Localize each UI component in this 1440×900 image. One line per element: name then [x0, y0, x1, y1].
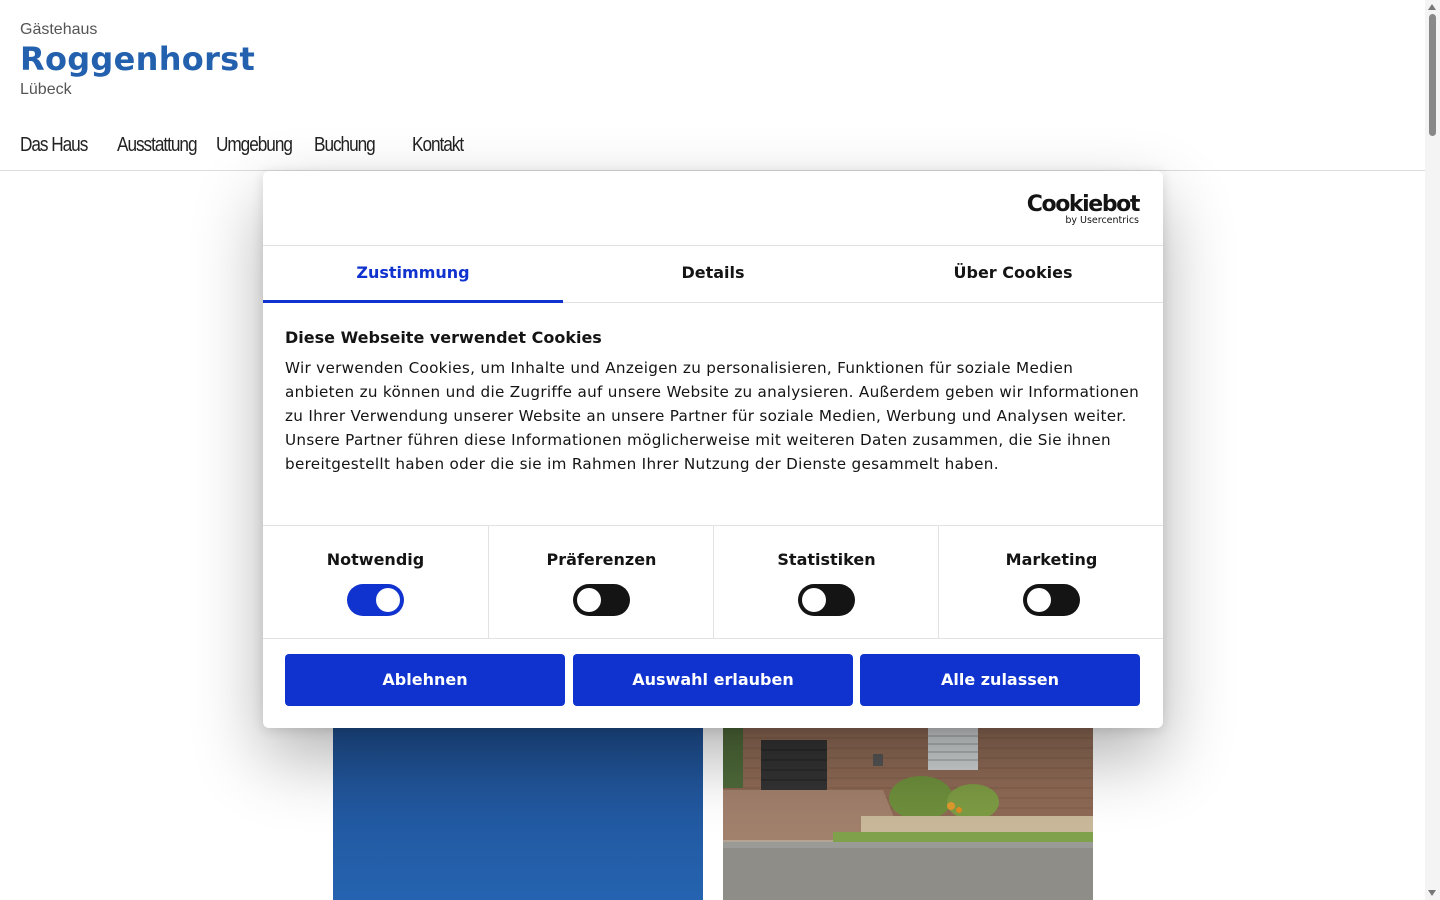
toggle-knob — [802, 588, 826, 612]
cookie-dialog-header: Cookiebot by Usercentrics — [263, 171, 1163, 246]
toggle-praeferenzen[interactable] — [573, 584, 630, 616]
toggle-notwendig[interactable] — [347, 584, 404, 616]
toggle-knob — [1027, 588, 1051, 612]
decline-button[interactable]: Ablehnen — [285, 654, 565, 706]
toggle-label-statistiken: Statistiken — [777, 550, 876, 569]
cookie-dialog-buttons: Ablehnen Auswahl erlauben Alle zulassen — [285, 654, 1141, 706]
nav-item-das-haus[interactable]: Das Haus — [20, 134, 88, 157]
toggle-label-notwendig: Notwendig — [326, 550, 425, 569]
toggle-knob — [577, 588, 601, 612]
cookie-tabs: Zustimmung Details Über Cookies — [263, 246, 1163, 303]
toggle-statistiken[interactable] — [798, 584, 855, 616]
cookie-dialog-body: Diese Webseite verwendet Cookies Wir ver… — [285, 327, 1141, 476]
toggle-cell-notwendig: Notwendig — [263, 526, 488, 638]
toggle-knob — [376, 588, 400, 612]
allow-selection-button[interactable]: Auswahl erlauben — [573, 654, 853, 706]
brand-city: Lübeck — [20, 81, 72, 98]
toggle-cell-praeferenzen: Präferenzen — [488, 526, 714, 638]
cookiebot-logo: Cookiebot by Usercentrics — [1026, 192, 1141, 227]
site-header: Gästehaus Roggenhorst Lübeck Das Haus Au… — [0, 0, 1425, 171]
nav-item-ausstattung[interactable]: Ausstattung — [117, 134, 198, 157]
scrollbar-thumb[interactable] — [1429, 14, 1436, 136]
cookie-dialog-title: Diese Webseite verwendet Cookies — [285, 328, 602, 347]
cookiebot-logo-text: Cookiebot — [1026, 192, 1141, 217]
brand-name[interactable]: Roggenhorst — [20, 40, 255, 78]
page-scrollbar[interactable] — [1425, 0, 1440, 900]
nav-item-umgebung[interactable]: Umgebung — [216, 134, 293, 157]
toggle-marketing[interactable] — [1023, 584, 1080, 616]
scroll-down-icon[interactable] — [1428, 890, 1436, 896]
scroll-up-icon[interactable] — [1428, 4, 1436, 10]
house-photo-image — [723, 728, 1093, 900]
intro-panel — [333, 728, 703, 900]
toggle-cell-statistiken: Statistiken — [713, 526, 939, 638]
allow-all-button[interactable]: Alle zulassen — [860, 654, 1140, 706]
toggle-cell-marketing: Marketing — [938, 526, 1163, 638]
tab-details[interactable]: Details — [563, 246, 863, 302]
cookie-category-toggles: Notwendig Präferenzen Statistiken Market… — [263, 525, 1163, 639]
nav-item-buchung[interactable]: Buchung — [314, 134, 376, 157]
cookie-dialog-text: Wir verwenden Cookies, um Inhalte und An… — [285, 359, 1140, 473]
toggle-label-marketing: Marketing — [1005, 550, 1098, 569]
toggle-label-praeferenzen: Präferenzen — [546, 550, 657, 569]
nav-item-kontakt[interactable]: Kontakt — [412, 134, 464, 157]
house-photo — [723, 728, 1093, 900]
tab-ueber-cookies[interactable]: Über Cookies — [863, 246, 1163, 302]
cookie-consent-dialog: Cookiebot by Usercentrics Zustimmung Det… — [263, 171, 1163, 728]
brand-pretitle: Gästehaus — [20, 21, 98, 38]
tab-zustimmung[interactable]: Zustimmung — [263, 246, 563, 303]
